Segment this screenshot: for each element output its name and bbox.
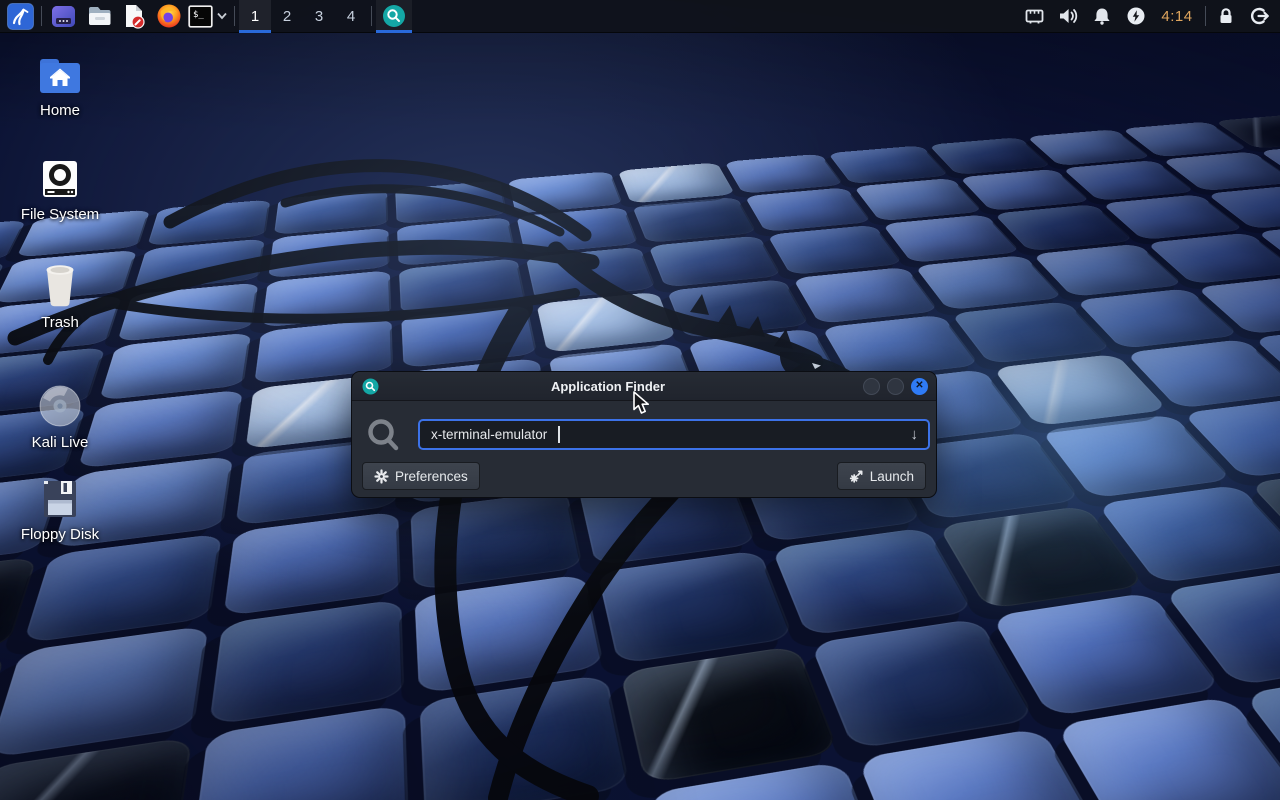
text-caret xyxy=(558,426,560,443)
power-battery-icon xyxy=(1126,6,1146,26)
text-editor-icon xyxy=(122,3,146,29)
speaker-icon xyxy=(1057,6,1079,26)
launch-icon xyxy=(849,469,864,484)
lock-screen-button[interactable] xyxy=(1210,0,1242,33)
launch-button[interactable]: Launch xyxy=(837,462,926,490)
firefox-icon xyxy=(156,3,182,29)
power-manager-tray-icon[interactable] xyxy=(1119,0,1153,33)
workspace-label: 2 xyxy=(283,8,291,25)
search-input-value: x-terminal-emulator xyxy=(431,427,547,442)
desktop-icon-home[interactable]: Home xyxy=(12,56,108,119)
applications-menu-button[interactable] xyxy=(3,0,37,33)
desktop-icon-kali-live[interactable]: Kali Live xyxy=(12,384,108,451)
clock-text: 4:14 xyxy=(1161,8,1192,25)
file-manager-icon xyxy=(86,4,112,28)
maximize-button[interactable] xyxy=(887,378,904,395)
desktop-icon-floppy-disk[interactable]: Floppy Disk xyxy=(12,478,108,543)
terminal-emulator-icon: $_ xyxy=(188,5,213,28)
panel-separator xyxy=(234,6,235,26)
desktop-icon-trash[interactable]: Trash xyxy=(12,262,108,331)
gear-icon xyxy=(374,469,389,484)
close-icon: ✕ xyxy=(915,381,923,391)
desktop-icon-label: Home xyxy=(12,102,108,119)
optical-disc-icon xyxy=(38,384,82,428)
workspace-label: 1 xyxy=(251,8,259,25)
search-icon xyxy=(382,4,406,28)
trash-icon xyxy=(40,262,80,308)
top-panel: $_ 1 2 3 4 xyxy=(0,0,1280,33)
search-icon xyxy=(365,417,403,455)
svg-text:$_: $_ xyxy=(193,10,204,20)
panel-separator xyxy=(371,6,372,26)
launcher-firefox[interactable] xyxy=(151,0,186,33)
clock[interactable]: 4:14 xyxy=(1153,0,1201,33)
launcher-terminal-emulator[interactable]: $_ xyxy=(186,0,214,33)
terminal-dropdown-button[interactable] xyxy=(214,0,230,33)
floppy-disk-icon xyxy=(40,478,80,520)
bell-icon xyxy=(1092,6,1112,26)
taskbar-application-finder-button[interactable] xyxy=(376,0,412,33)
close-button[interactable]: ✕ xyxy=(911,378,928,395)
logout-button[interactable] xyxy=(1242,0,1276,33)
launcher-terminal[interactable] xyxy=(46,0,81,33)
workspace-button-2[interactable]: 2 xyxy=(271,0,303,33)
launch-label: Launch xyxy=(870,469,914,484)
desktop-icon-label: Trash xyxy=(12,314,108,331)
ethernet-icon xyxy=(1024,6,1045,26)
preferences-button[interactable]: Preferences xyxy=(362,462,480,490)
panel-separator xyxy=(41,6,42,26)
kali-menu-icon xyxy=(7,3,34,30)
desktop-icon-file-system[interactable]: File System xyxy=(12,158,108,223)
minimize-button[interactable] xyxy=(863,378,880,395)
finder-body: x-terminal-emulator ↓ Preferences xyxy=(352,401,936,498)
hard-drive-icon xyxy=(40,158,80,200)
desktop-icon-label: Floppy Disk xyxy=(12,526,108,543)
application-finder-window: Application Finder ✕ x-terminal-emulator… xyxy=(351,371,937,498)
launcher-text-editor[interactable] xyxy=(116,0,151,33)
desktop-icon-label: Kali Live xyxy=(12,434,108,451)
workspace-button-3[interactable]: 3 xyxy=(303,0,335,33)
workspace-label: 4 xyxy=(347,8,355,25)
home-folder-icon xyxy=(38,56,82,96)
lock-icon xyxy=(1216,6,1236,26)
notifications-tray-icon[interactable] xyxy=(1085,0,1119,33)
panel-separator xyxy=(1205,6,1206,26)
input-dropdown-arrow-icon[interactable]: ↓ xyxy=(911,427,919,442)
workspace-label: 3 xyxy=(315,8,323,25)
logout-icon xyxy=(1249,6,1270,26)
launcher-file-manager[interactable] xyxy=(81,0,116,33)
search-input[interactable]: x-terminal-emulator ↓ xyxy=(418,419,930,450)
application-finder-icon xyxy=(362,378,379,395)
chevron-down-icon xyxy=(216,12,228,20)
volume-tray-icon[interactable] xyxy=(1051,0,1085,33)
window-title: Application Finder xyxy=(379,379,863,394)
desktop-icon-label: File System xyxy=(12,206,108,223)
terminal-launcher-icon xyxy=(51,4,76,29)
network-tray-icon[interactable] xyxy=(1017,0,1051,33)
preferences-label: Preferences xyxy=(395,469,468,484)
titlebar[interactable]: Application Finder ✕ xyxy=(352,372,936,401)
workspace-button-4[interactable]: 4 xyxy=(335,0,367,33)
desktop: $_ 1 2 3 4 xyxy=(0,0,1280,800)
workspace-button-1[interactable]: 1 xyxy=(239,0,271,33)
